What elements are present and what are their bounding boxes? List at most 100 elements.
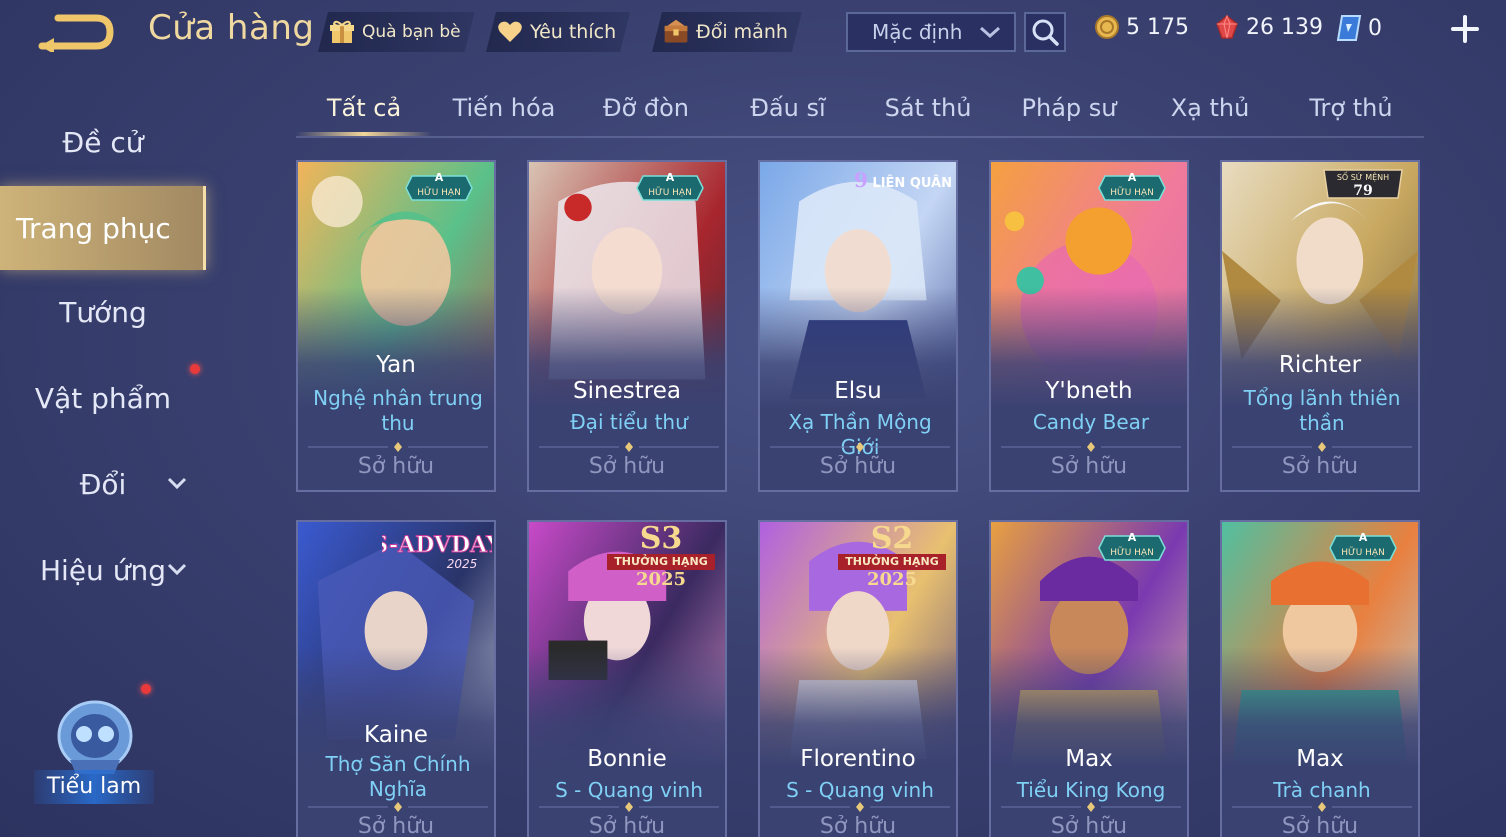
svg-text:A: A [666, 171, 675, 184]
sidebar-item-label: Hiệu ứng [40, 553, 166, 587]
divider-ornament [308, 442, 488, 452]
badge-text: HỮU HẠN [417, 186, 461, 198]
season-badge: S2 THƯỞNG HẠNG 2025 [832, 524, 952, 594]
svg-text:A: A [1128, 171, 1137, 184]
add-currency-button[interactable] [1448, 12, 1482, 46]
back-button[interactable] [36, 10, 116, 54]
tab-label: Tất cả [326, 94, 402, 122]
ownership-status: Sở hữu [357, 454, 435, 479]
limited-badge-icon: A HỮU HẠN [405, 171, 473, 201]
shard-exchange-button[interactable]: Đổi mảnh [652, 12, 802, 52]
ownership-status: Sở hữu [1050, 454, 1128, 479]
limited-badge-icon: A HỮU HẠN [1098, 531, 1166, 561]
divider-ornament [1232, 802, 1412, 812]
gold-balance: 5 175 [1094, 14, 1189, 40]
skin-name: Thợ Săn Chính Nghĩa [325, 752, 471, 801]
svg-text:HỮU HẠN: HỮU HẠN [648, 186, 692, 198]
skin-name: Đại tiểu thư [570, 410, 688, 434]
tab-evolution[interactable]: Tiến hóa [438, 86, 570, 134]
sidebar-item-heroes[interactable]: Tướng [0, 282, 206, 342]
limited-badge-icon: A HỮU HẠN [1098, 171, 1166, 201]
divider-ornament [1232, 442, 1412, 452]
tab-all[interactable]: Tất cả [296, 86, 432, 134]
heart-icon [496, 18, 524, 46]
skin-name: Xạ Thần Mộng Giới [788, 410, 932, 459]
sort-value: Mặc định [872, 20, 963, 44]
ownership-status: Sở hữu [819, 814, 897, 837]
sidebar-item-label: Đổi [79, 467, 127, 501]
top-bar: Cửa hàng Quà bạn bè Yêu thích Đổi mảnh M… [0, 0, 1506, 64]
skin-name: Candy Bear [1032, 410, 1150, 434]
skin-grid: A HỮU HẠN Yan Nghệ nhân trung thu Sở hữu … [296, 160, 1426, 837]
hero-name: Max [1065, 746, 1113, 772]
divider-ornament [308, 802, 488, 812]
gold-amount: 5 175 [1126, 14, 1189, 40]
chevron-down-icon [167, 477, 187, 490]
sidebar-item-skins[interactable]: Trang phục [0, 186, 206, 270]
chevron-down-icon [980, 26, 1000, 39]
favorite-button[interactable]: Yêu thích [486, 12, 630, 52]
shard-exchange-label: Đổi mảnh [696, 21, 788, 43]
svg-text:HỮU HẠN: HỮU HẠN [1110, 546, 1154, 558]
tab-assassin[interactable]: Sát thủ [862, 86, 994, 134]
sidebar-item-exchange[interactable]: Đổi [0, 454, 206, 514]
voucher-amount: 0 [1368, 15, 1382, 41]
divider-ornament [1001, 442, 1181, 452]
skin-card[interactable]: S2 THƯỞNG HẠNG 2025 Florentino S - Quang… [758, 520, 958, 837]
tab-mage[interactable]: Pháp sư [1002, 86, 1136, 134]
hero-name: Y'bneth [1045, 378, 1133, 404]
sidebar-item-items[interactable]: Vật phẩm [0, 368, 206, 428]
voucher-balance: 0 [1336, 14, 1382, 42]
svg-text:HỮU HẠN: HỮU HẠN [1341, 546, 1385, 558]
skin-name: S - Quang vinh [555, 778, 703, 802]
hero-name: Florentino [800, 746, 916, 772]
hero-name: Sinestrea [573, 378, 681, 404]
mission-badge-icon: SỐ SỨ MỆNH79 [1323, 169, 1403, 199]
skin-card[interactable]: S3 THƯỞNG HẠNG 2025 Bonnie S - Quang vin… [527, 520, 727, 837]
limited-badge-icon: A HỮU HẠN [1329, 531, 1397, 561]
skin-name: S - Quang vinh [786, 778, 934, 802]
gem-amount: 26 139 [1246, 14, 1323, 40]
search-icon [1032, 19, 1059, 46]
skin-card[interactable]: S-ADVDAY2025 Kaine Thợ Săn Chính Nghĩa S… [296, 520, 496, 837]
svg-text:2025: 2025 [447, 557, 478, 571]
tab-fighter[interactable]: Đấu sĩ [722, 86, 854, 134]
mascot-label: Tiểu lam [34, 770, 154, 804]
page-title: Cửa hàng [148, 8, 315, 48]
active-tab-indicator [296, 132, 432, 136]
hero-name: Yan [376, 352, 416, 378]
skin-card[interactable]: 9 LIÊN QUÂN Elsu Xạ Thần Mộng Giới Sở hữ… [758, 160, 958, 492]
tab-support[interactable]: Trợ thủ [1284, 86, 1418, 134]
category-tabs: Tất cả Tiến hóa Đỡ đòn Đấu sĩ Sát thủ Ph… [296, 86, 1424, 138]
tab-tank[interactable]: Đỡ đòn [580, 86, 712, 134]
hero-name: Richter [1278, 352, 1362, 378]
ownership-status: Sở hữu [588, 814, 666, 837]
tab-label: Sát thủ [884, 94, 972, 122]
skin-card[interactable]: A HỮU HẠN Y'bneth Candy Bear Sở hữu [989, 160, 1189, 492]
gold-coin-icon [1095, 15, 1119, 39]
hero-name: Kaine [364, 722, 428, 748]
ownership-status: Sở hữu [588, 454, 666, 479]
chest-icon [662, 18, 690, 46]
sort-dropdown[interactable]: Mặc định [846, 12, 1016, 52]
robot-mascot-icon [57, 700, 133, 774]
skin-card[interactable]: A HỮU HẠN Max Tiểu King Kong Sở hữu [989, 520, 1189, 837]
friend-gift-button[interactable]: Quà bạn bè [318, 12, 475, 52]
event-badge-icon: S-ADVDAY2025 [382, 532, 492, 572]
sidebar-item-label: Trang phục [16, 211, 171, 245]
skin-card[interactable]: A HỮU HẠN Yan Nghệ nhân trung thu Sở hữu [296, 160, 496, 492]
divider-ornament [770, 442, 950, 452]
skin-card[interactable]: A HỮU HẠN Sinestrea Đại tiểu thư Sở hữu [527, 160, 727, 492]
skin-name: Tổng lãnh thiên thần [1243, 386, 1401, 435]
skin-card[interactable]: A HỮU HẠN Max Trà chanh Sở hữu [1220, 520, 1420, 837]
back-arrow-icon [38, 14, 114, 54]
tab-marksman[interactable]: Xạ thủ [1144, 86, 1276, 134]
hero-name: Bonnie [587, 746, 667, 772]
divider-ornament [539, 802, 719, 812]
sidebar-item-recommended[interactable]: Đề cử [0, 112, 206, 172]
sidebar-item-effects[interactable]: Hiệu ứng [0, 540, 206, 600]
svg-text:HỮU HẠN: HỮU HẠN [1110, 186, 1154, 198]
divider-ornament [1001, 802, 1181, 812]
search-button[interactable] [1024, 12, 1066, 52]
skin-card[interactable]: SỐ SỨ MỆNH 79 Richter Tổng lãnh thiên thầ… [1220, 160, 1420, 492]
